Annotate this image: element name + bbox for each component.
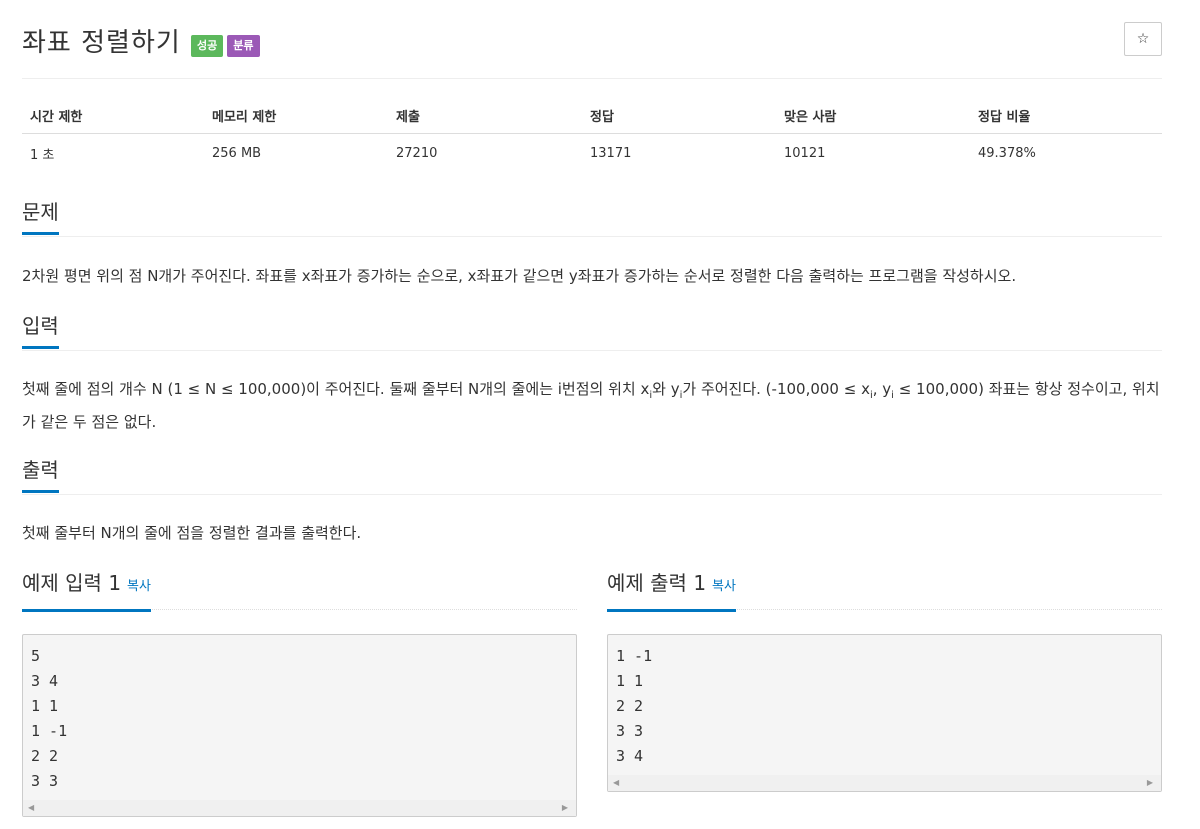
input-description: 첫째 줄에 점의 개수 N (1 ≤ N ≤ 100,000)이 주어진다. 둘… <box>22 376 1162 436</box>
sample-output-heading: 예제 출력 1 복사 <box>607 570 736 612</box>
sample-input-box[interactable]: 5 3 4 1 1 1 -1 2 2 3 3 ◀ ▶ <box>22 634 577 817</box>
problem-page: 좌표 정렬하기 성공 분류 ☆ 시간 제한 메모리 제한 제출 정답 맞은 사람… <box>22 0 1162 817</box>
info-header-submissions: 제출 <box>388 98 582 134</box>
info-header-accepted: 정답 <box>582 98 776 134</box>
info-solvers: 10121 <box>784 146 826 161</box>
input-text-3: 가 주어진다. (-100,000 ≤ x <box>682 380 870 398</box>
problem-heading: 문제 <box>22 200 59 235</box>
scroll-left-icon[interactable]: ◀ <box>613 778 619 787</box>
info-header-time-limit: 시간 제한 <box>22 98 204 134</box>
problem-section-header: 문제 <box>22 200 1162 237</box>
output-section-header: 출력 <box>22 458 1162 495</box>
sample-input-header: 예제 입력 1 복사 <box>22 570 577 612</box>
info-header-ratio: 정답 비율 <box>970 98 1162 134</box>
input-text-1: 첫째 줄에 점의 개수 N (1 ≤ N ≤ 100,000)이 주어진다. 둘… <box>22 380 650 398</box>
input-text-4: , y <box>872 380 892 398</box>
info-ratio: 49.378% <box>978 146 1036 161</box>
info-header-solvers: 맞은 사람 <box>776 98 970 134</box>
output-description: 첫째 줄부터 N개의 줄에 점을 정렬한 결과를 출력한다. <box>22 524 362 542</box>
sample-output-content[interactable]: 1 -1 1 1 2 2 3 3 3 4 <box>608 635 1161 775</box>
scroll-left-icon[interactable]: ◀ <box>28 803 34 812</box>
sample-output-panel: 예제 출력 1 복사 1 -1 1 1 2 2 3 3 3 4 ◀ ▶ <box>607 570 1162 792</box>
sample-input-title: 예제 입력 1 <box>22 571 122 595</box>
scroll-right-icon[interactable]: ▶ <box>1147 778 1153 787</box>
problem-info-table: 시간 제한 메모리 제한 제출 정답 맞은 사람 정답 비율 1 초 256 M… <box>22 98 1162 173</box>
horizontal-scrollbar[interactable]: ◀ ▶ <box>23 800 576 816</box>
star-icon: ☆ <box>1136 31 1150 47</box>
info-value-row: 1 초 256 MB 27210 13171 10121 49.378% <box>22 134 1162 174</box>
copy-sample-output-button[interactable]: 복사 <box>712 579 736 594</box>
sample-output-title: 예제 출력 1 <box>607 571 707 595</box>
sample-input-panel: 예제 입력 1 복사 5 3 4 1 1 1 -1 2 2 3 3 ◀ ▶ <box>22 570 577 817</box>
input-section-header: 입력 <box>22 314 1162 351</box>
sample-output-header: 예제 출력 1 복사 <box>607 570 1162 612</box>
page-title: 좌표 정렬하기 <box>22 28 181 58</box>
output-heading: 출력 <box>22 458 59 493</box>
sample-input-content[interactable]: 5 3 4 1 1 1 -1 2 2 3 3 <box>23 635 576 800</box>
info-time-limit: 1 초 <box>30 148 55 163</box>
info-submissions: 27210 <box>396 146 438 161</box>
sample-input-heading: 예제 입력 1 복사 <box>22 570 151 612</box>
sample-output-box[interactable]: 1 -1 1 1 2 2 3 3 3 4 ◀ ▶ <box>607 634 1162 792</box>
favorite-button[interactable]: ☆ <box>1124 22 1162 56</box>
input-text-2: 와 y <box>652 380 680 398</box>
scroll-right-icon[interactable]: ▶ <box>562 803 568 812</box>
info-accepted: 13171 <box>590 146 632 161</box>
input-heading: 입력 <box>22 314 59 349</box>
copy-sample-input-button[interactable]: 복사 <box>127 579 151 594</box>
badge-group: 성공 분류 <box>191 35 260 57</box>
info-header-memory-limit: 메모리 제한 <box>204 98 388 134</box>
page-header: 좌표 정렬하기 성공 분류 ☆ <box>22 0 1162 79</box>
horizontal-scrollbar[interactable]: ◀ ▶ <box>608 775 1161 791</box>
info-header-row: 시간 제한 메모리 제한 제출 정답 맞은 사람 정답 비율 <box>22 98 1162 134</box>
info-memory-limit: 256 MB <box>212 146 262 161</box>
success-badge[interactable]: 성공 <box>191 35 224 57</box>
category-badge[interactable]: 분류 <box>227 35 260 57</box>
problem-description: 2차원 평면 위의 점 N개가 주어진다. 좌표를 x좌표가 증가하는 순으로,… <box>22 267 1017 285</box>
